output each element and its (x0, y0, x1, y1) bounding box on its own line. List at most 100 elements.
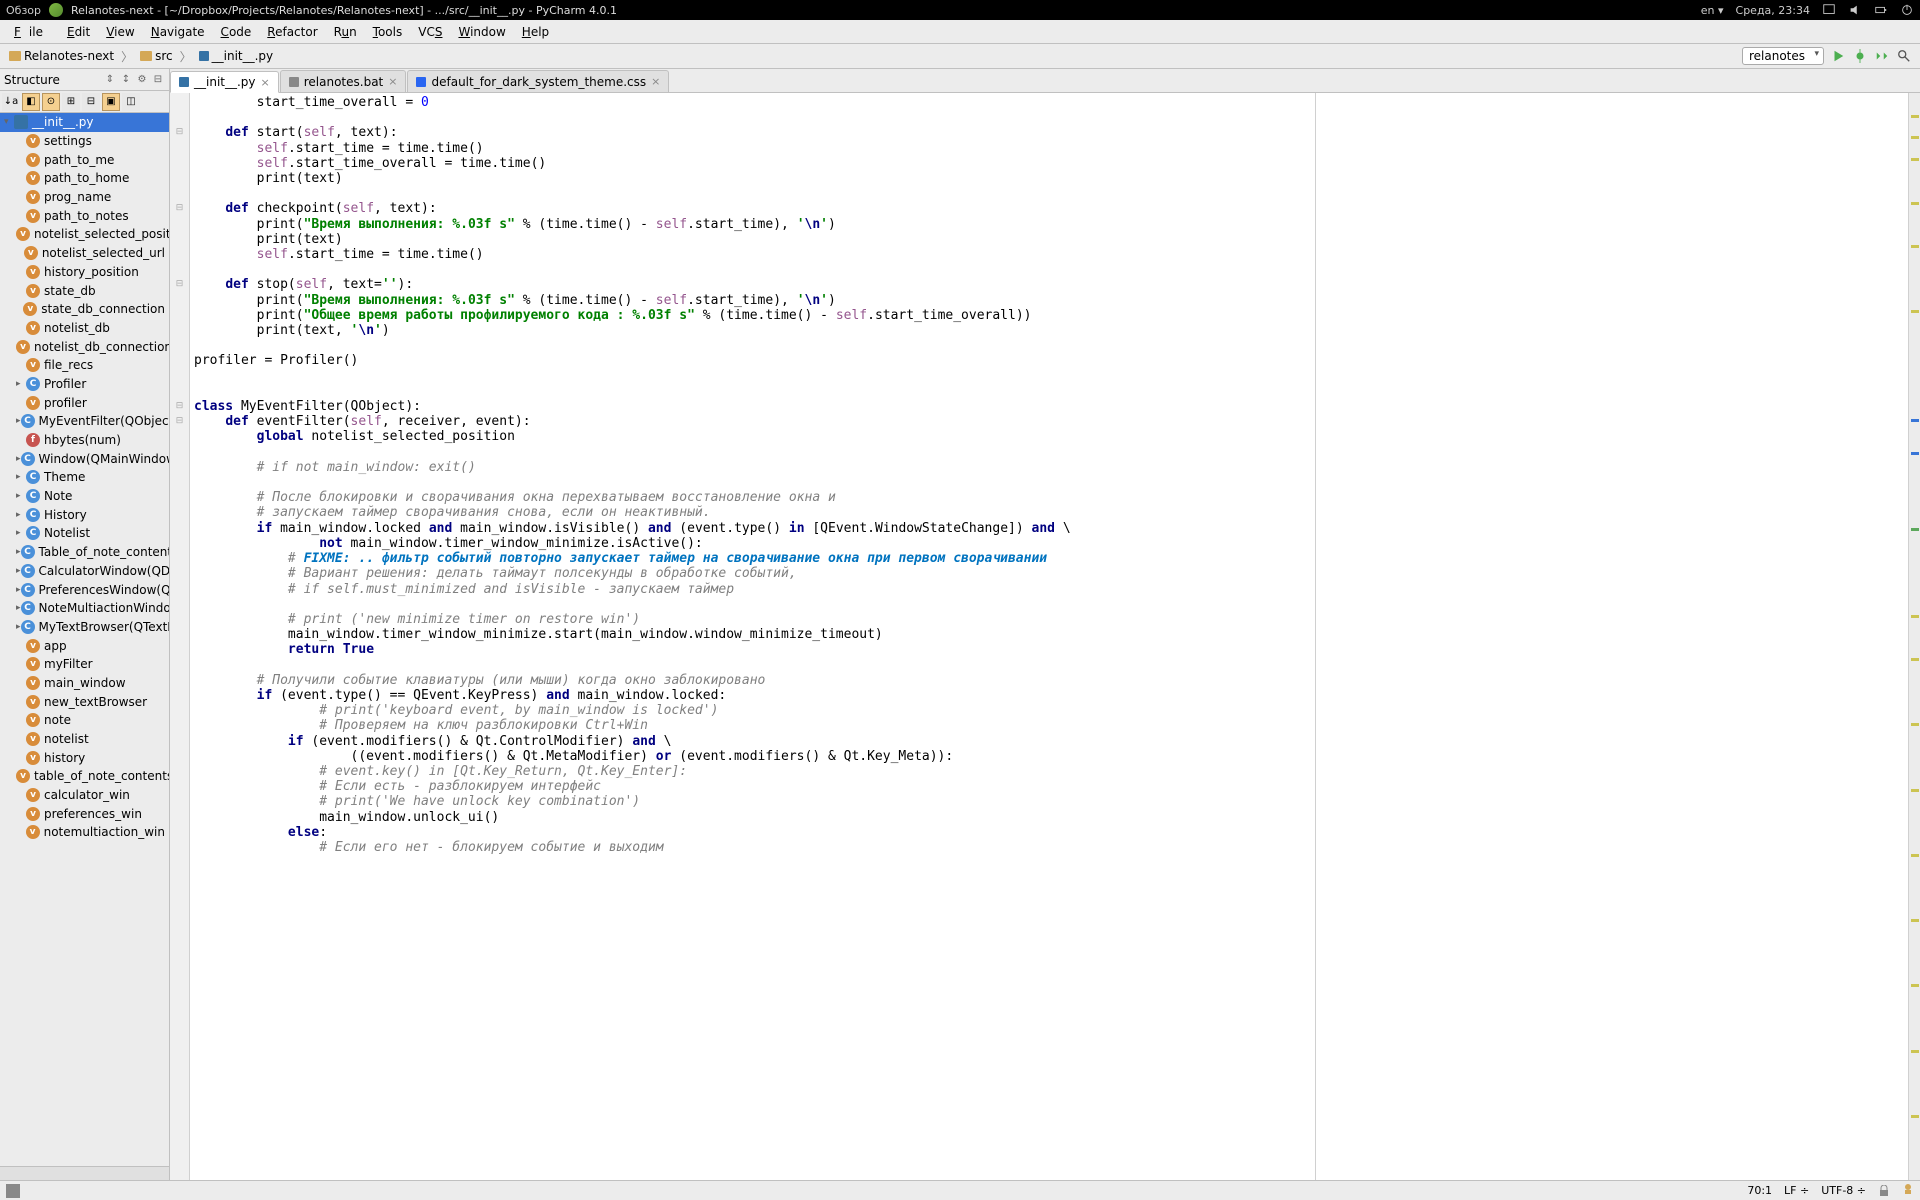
warning-mark[interactable] (1911, 854, 1919, 857)
warning-mark[interactable] (1911, 1050, 1919, 1053)
tree-item[interactable]: ▸CPreferencesWindow(QDia (0, 580, 169, 599)
tree-item[interactable]: ▸CProfiler (0, 375, 169, 394)
tree-item[interactable]: vtable_of_note_contents (0, 767, 169, 786)
expander-icon[interactable]: ▸ (16, 528, 26, 538)
tree-item[interactable]: ▸CWindow(QMainWindow, (0, 449, 169, 468)
expander-icon[interactable]: ▸ (16, 416, 21, 426)
menu-code[interactable]: Code (213, 25, 260, 39)
close-icon[interactable]: × (261, 76, 270, 89)
info-mark[interactable] (1911, 452, 1919, 455)
volume-icon[interactable] (1848, 3, 1862, 17)
warning-mark[interactable] (1911, 115, 1919, 118)
editor-tab[interactable]: default_for_dark_system_theme.css× (407, 70, 669, 92)
warning-mark[interactable] (1911, 136, 1919, 139)
warning-mark[interactable] (1911, 984, 1919, 987)
info-mark[interactable] (1911, 419, 1919, 422)
menu-view[interactable]: View (98, 25, 142, 39)
ok-mark[interactable] (1911, 528, 1919, 531)
filter-icon[interactable]: ◧ (22, 93, 40, 111)
collapse-icon[interactable]: ⇕ (103, 73, 117, 87)
expander-icon[interactable]: ▸ (16, 622, 21, 632)
readonly-lock-icon[interactable] (1878, 1185, 1890, 1197)
breadcrumb-file[interactable]: __init__.py (194, 47, 279, 65)
network-icon[interactable] (1822, 3, 1836, 17)
menu-edit[interactable]: Edit (59, 25, 98, 39)
tree-item[interactable]: vpath_to_home (0, 169, 169, 188)
power-icon[interactable] (1900, 3, 1914, 17)
menu-navigate[interactable]: Navigate (143, 25, 213, 39)
menu-help[interactable]: Help (514, 25, 557, 39)
tree-item[interactable]: vcalculator_win (0, 786, 169, 805)
close-icon[interactable]: × (388, 75, 397, 88)
breadcrumb-project[interactable]: Relanotes-next (4, 47, 119, 65)
editor-tab[interactable]: __init__.py× (170, 71, 279, 93)
tree-item[interactable]: vnote (0, 711, 169, 730)
warning-mark[interactable] (1911, 202, 1919, 205)
warning-mark[interactable] (1911, 245, 1919, 248)
keyboard-lang[interactable]: en ▾ (1701, 4, 1724, 17)
expander-icon[interactable]: ▾ (4, 117, 14, 127)
tree-item[interactable]: vprog_name (0, 188, 169, 207)
tree-item[interactable]: vpath_to_notes (0, 206, 169, 225)
tree-item[interactable]: vstate_db_connection (0, 300, 169, 319)
tree-item[interactable]: vnotemultiaction_win (0, 823, 169, 842)
tree-item[interactable]: vhistory_position (0, 263, 169, 282)
expander-icon[interactable]: ▸ (16, 566, 21, 576)
search-button[interactable] (1896, 48, 1912, 64)
warning-mark[interactable] (1911, 1115, 1919, 1118)
line-separator[interactable]: LF ÷ (1784, 1184, 1809, 1197)
tree-item[interactable]: vnotelist_db (0, 319, 169, 338)
tree-item[interactable]: vmain_window (0, 674, 169, 693)
tree-item[interactable]: ▸CTable_of_note_contents (0, 543, 169, 562)
run-config-selector[interactable]: relanotes (1742, 47, 1824, 65)
warning-mark[interactable] (1911, 310, 1919, 313)
date-time[interactable]: Среда, 23:34 (1736, 4, 1810, 17)
tool-window-quickaccess-icon[interactable] (6, 1184, 20, 1198)
tree-item[interactable]: vprofiler (0, 393, 169, 412)
warning-mark[interactable] (1911, 158, 1919, 161)
overview-label[interactable]: Обзор (6, 4, 41, 17)
tree-item[interactable]: vsettings (0, 132, 169, 151)
hide-icon[interactable]: ⊟ (151, 73, 165, 87)
cursor-position[interactable]: 70:1 (1747, 1184, 1772, 1197)
tree-item[interactable]: vnotelist_selected_url (0, 244, 169, 263)
tree-root-file[interactable]: ▾ __init__.py (0, 113, 169, 132)
expander-icon[interactable]: ▸ (16, 585, 21, 595)
debug-button[interactable] (1852, 48, 1868, 64)
gutter[interactable]: ⊟⊟⊟⊟⊟ (170, 93, 190, 1180)
close-icon[interactable]: × (651, 75, 660, 88)
menu-window[interactable]: Window (450, 25, 513, 39)
expander-icon[interactable]: ▸ (16, 472, 26, 482)
breadcrumb-src[interactable]: src (135, 47, 178, 65)
tree-item[interactable]: vpath_to_me (0, 150, 169, 169)
show-fields-icon[interactable]: ▣ (102, 93, 120, 111)
tree-item[interactable]: vhistory (0, 748, 169, 767)
battery-icon[interactable] (1874, 3, 1888, 17)
run-button[interactable] (1830, 48, 1846, 64)
warning-mark[interactable] (1911, 615, 1919, 618)
tree-item[interactable]: vmyFilter (0, 655, 169, 674)
expander-icon[interactable]: ▸ (16, 547, 21, 557)
hector-icon[interactable] (1902, 1183, 1914, 1198)
menu-refactor[interactable]: Refactor (259, 25, 325, 39)
warning-mark[interactable] (1911, 658, 1919, 661)
horizontal-scrollbar[interactable] (0, 1166, 169, 1180)
tree-item[interactable]: ▸CNote (0, 487, 169, 506)
tree-item[interactable]: vstate_db (0, 281, 169, 300)
menu-run[interactable]: Run (326, 25, 365, 39)
expand-all-icon[interactable]: ⊞ (62, 93, 80, 111)
menu-tools[interactable]: Tools (365, 25, 411, 39)
menu-file[interactable]: File (6, 25, 59, 39)
tree-item[interactable]: ▸CNotelist (0, 524, 169, 543)
code-editor[interactable]: start_time_overall = 0 def start(self, t… (190, 93, 1908, 1180)
settings-icon[interactable]: ⚙ (135, 73, 149, 87)
collapse-all-icon[interactable]: ⊟ (82, 93, 100, 111)
tree-item[interactable]: ▸CTheme (0, 468, 169, 487)
tree-item[interactable]: ▸CHistory (0, 505, 169, 524)
autoscroll-icon[interactable]: ↕ (119, 73, 133, 87)
tree-item[interactable]: ▸CMyEventFilter(QObject) (0, 412, 169, 431)
tree-item[interactable]: vnotelist_db_connection (0, 337, 169, 356)
expander-icon[interactable]: ▸ (16, 510, 26, 520)
tree-item[interactable]: ▸CCalculatorWindow(QDial (0, 562, 169, 581)
tree-item[interactable]: ▸CMyTextBrowser(QTextBr (0, 618, 169, 637)
